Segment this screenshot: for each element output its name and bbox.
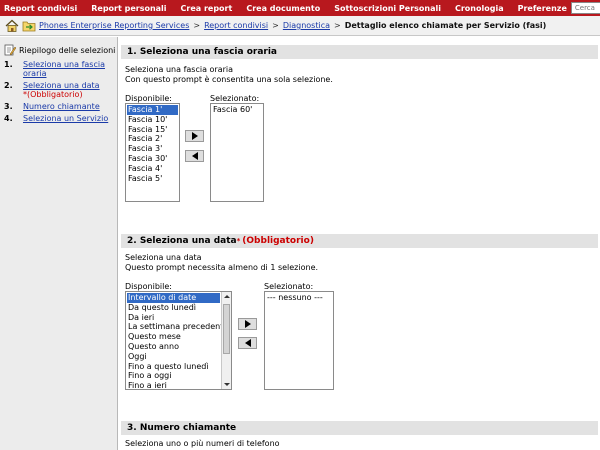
section-2-add-button[interactable] [238,318,257,330]
arrow-right-icon [191,132,198,140]
list-option[interactable]: Questo mese [127,332,220,342]
list-option[interactable]: Fascia 3' [127,144,178,154]
section-2-selected-list[interactable]: --- nessuno --- [264,291,334,390]
section-2-remove-button[interactable] [238,337,257,349]
list-option[interactable]: Intervallo di date [127,293,220,303]
breadcrumb-separator: > [193,21,201,30]
menu-cronologia[interactable]: Cronologia [451,4,508,13]
section-1-header: 1. Seleziona una fascia oraria [121,45,598,59]
section-1-available-list[interactable]: Fascia 1' Fascia 10' Fascia 15' Fascia 2… [125,103,180,202]
page-title: Dettaglio elenco chiamate per Servizio (… [344,21,547,30]
breadcrumb-link-diagnostica[interactable]: Diagnostica [283,21,330,30]
section-3-description: Seleziona uno o più numeri di telefono [125,439,280,449]
menu-report-condivisi[interactable]: Report condivisi [0,4,81,13]
summary-item-number: 1. [4,60,13,69]
arrow-right-icon [244,320,251,328]
section-1-available-label: Disponibile: [125,94,172,103]
summary-item: 3. Numero chiamante [4,102,117,111]
summary-title: Riepilogo delle selezioni [19,45,116,55]
list-option[interactable]: Fascia 2' [127,134,178,144]
section-3-title: 3. Numero chiamante [127,423,237,433]
section-1-desc-line2: Con questo prompt è consentita una sola … [125,74,333,84]
selection-summary-panel: Riepilogo delle selezioni 1. Seleziona u… [0,37,118,450]
menu-crea-documento[interactable]: Crea documento [242,4,324,13]
section-1-description: Seleziona una fascia oraria Con questo p… [125,65,333,84]
list-option[interactable]: Fascia 5' [127,174,178,184]
list-option[interactable]: La settimana precedente [127,322,228,332]
summary-link-fascia-oraria[interactable]: Seleziona una fascia oraria [23,60,117,78]
section-2-header: 2. Seleziona una data * (Obbligatorio) [121,234,598,248]
required-star: * [236,237,241,245]
summary-item-number: 4. [4,114,13,123]
summary-item-number: 2. [4,81,13,90]
list-option[interactable]: Fino a ieri [127,381,220,389]
required-label: (Obbligatorio) [27,90,83,99]
section-2-title: 2. Seleziona una data [127,236,237,246]
home-icon[interactable] [5,19,19,32]
section-3-header: 3. Numero chiamante [121,421,598,435]
prompt-content: 1. Seleziona una fascia oraria Seleziona… [119,37,600,450]
section-1-title: 1. Seleziona una fascia oraria [127,47,277,57]
list-option[interactable]: Da questo lunedì [127,303,220,313]
summary-link-data[interactable]: Seleziona una data [23,81,100,90]
section-1-selected-list[interactable]: Fascia 60' [210,103,264,202]
section-2-available-list[interactable]: Intervallo di date Da questo lunedì Da i… [125,291,232,390]
summary-header: Riepilogo delle selezioni [4,44,117,56]
list-option[interactable]: Fascia 60' [212,105,262,115]
breadcrumb-link-report-condivisi[interactable]: Report condivisi [204,21,268,30]
summary-link-numero-chiamante[interactable]: Numero chiamante [23,102,100,111]
section-2-desc-line2: Questo prompt necessita almeno di 1 sele… [125,262,319,272]
section-3-desc-line1: Seleziona uno o più numeri di telefono [125,439,280,448]
scrollbar-thumb[interactable] [223,304,230,354]
section-1-add-button[interactable] [185,130,204,142]
list-option[interactable]: Fascia 1' [127,105,178,115]
list-option[interactable]: Fino a oggi [127,371,220,381]
scroll-up-icon[interactable] [222,292,231,301]
summary-item: 4. Seleziona un Servizio [4,114,117,123]
summary-item-number: 3. [4,102,13,111]
breadcrumb-separator: > [334,21,341,30]
breadcrumb-link-root[interactable]: Phones Enterprise Reporting Services [39,21,189,30]
section-1-desc-line1: Seleziona una fascia oraria [125,65,234,74]
scroll-down-icon[interactable] [222,380,231,389]
list-option[interactable]: Fascia 10' [127,115,178,125]
list-option[interactable]: Oggi [127,352,220,362]
section-1-selected-label: Selezionato: [210,94,260,103]
section-2-description: Seleziona una data Questo prompt necessi… [125,253,318,272]
section-2-desc-line1: Seleziona una data [125,253,202,262]
edit-document-icon [4,44,16,56]
list-option[interactable]: Questo anno [127,342,220,352]
arrow-left-icon [191,152,198,160]
summary-item: 1. Seleziona una fascia oraria [4,60,117,78]
list-option[interactable]: Fascia 30' [127,154,178,164]
required-label: (Obbligatorio) [242,236,314,246]
menu-preferenze[interactable]: Preferenze [514,4,571,13]
menu-report-personali[interactable]: Report personali [87,4,170,13]
summary-item: 2. Seleziona una data *(Obbligatorio) [4,81,117,99]
list-option[interactable]: Da ieri [127,313,220,323]
list-option[interactable]: --- nessuno --- [266,293,332,303]
list-option[interactable]: Fascia 4' [127,164,178,174]
summary-link-servizio[interactable]: Seleziona un Servizio [23,114,108,123]
menu-crea-report[interactable]: Crea report [177,4,237,13]
list-option[interactable]: Fascia 15' [127,125,178,135]
search-input[interactable] [570,2,600,14]
breadcrumb-separator: > [272,21,279,30]
top-menu-bar: Report condivisi Report personali Crea r… [0,0,600,16]
section-2-available-label: Disponibile: [125,282,172,291]
menu-sottoscrizioni-personali[interactable]: Sottoscrizioni Personali [330,4,445,13]
list-scrollbar[interactable] [221,292,231,389]
section-1-remove-button[interactable] [185,150,204,162]
folder-icon [22,21,36,32]
list-option[interactable]: Fino a questo lunedì [127,362,220,372]
section-2-selected-label: Selezionato: [264,282,314,291]
arrow-left-icon [244,339,251,347]
breadcrumb: Phones Enterprise Reporting Services > R… [0,16,600,36]
